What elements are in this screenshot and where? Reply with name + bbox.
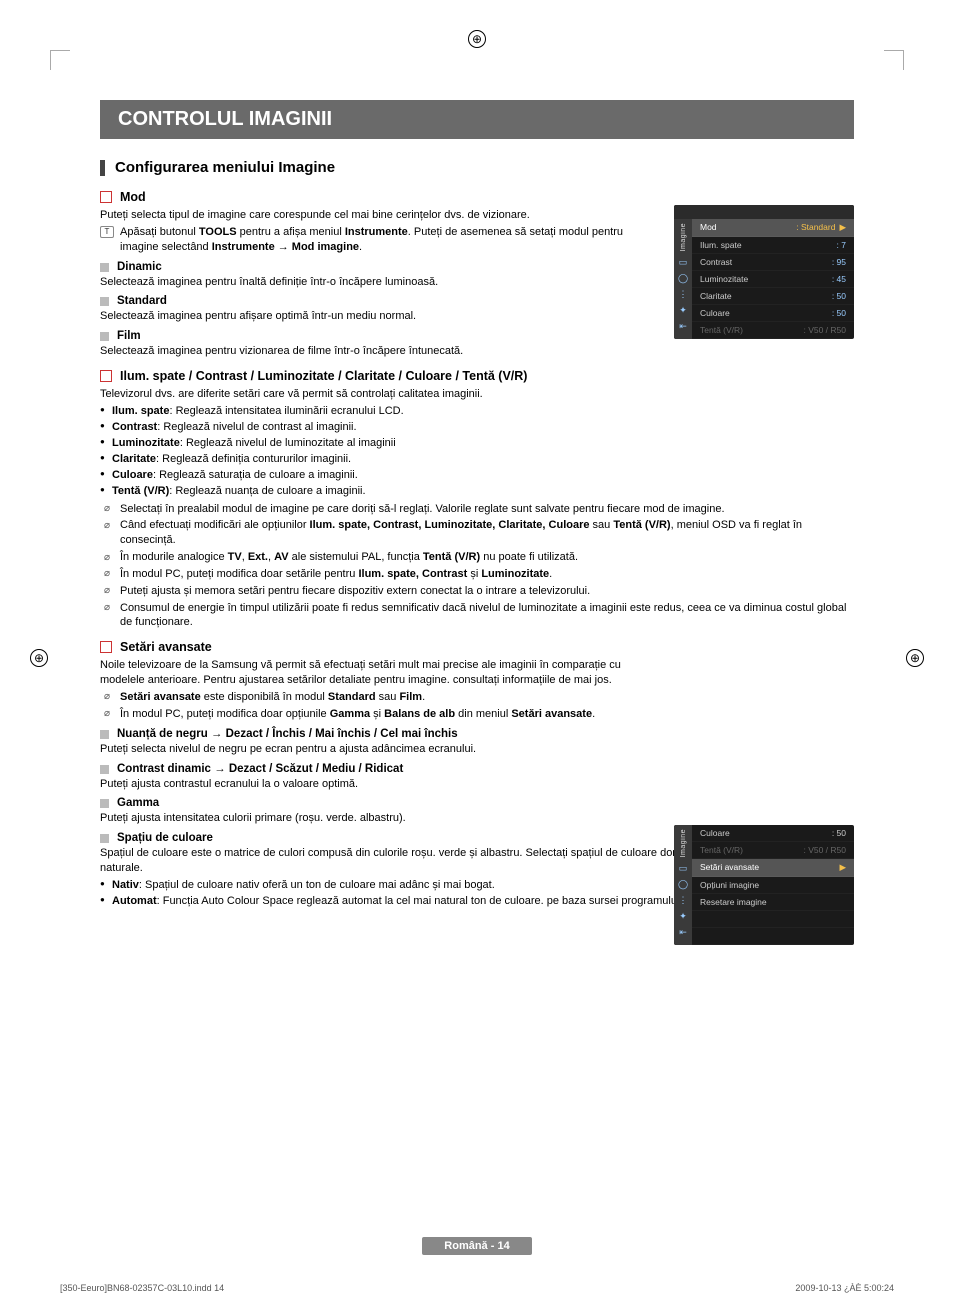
osd-sound-icon: ◯	[678, 879, 688, 889]
osd-row-culoare[interactable]: Culoare: 50	[692, 305, 854, 322]
note-icon	[100, 568, 114, 580]
checkbox-icon	[100, 191, 112, 203]
osd-row-tenta: Tentă (V/R): V50 / R50	[692, 322, 854, 339]
setari-intro: Noile televizoare de la Samsung vă permi…	[100, 658, 660, 688]
checkbox-icon	[100, 370, 112, 382]
tools-icon	[100, 226, 114, 238]
chapter-title: CONTROLUL IMAGINII	[100, 100, 854, 139]
osd-tab-label: Imagine	[680, 829, 687, 857]
ilum-note-4: În modul PC, puteți modifica doar setări…	[100, 567, 854, 582]
ilum-note-5: Puteți ajusta și memora setări pentru fi…	[100, 584, 854, 599]
osd-row-empty	[692, 928, 854, 945]
square-bullet-icon	[100, 730, 109, 739]
osd-picture-icon: ▭	[678, 863, 688, 873]
osd-row-optiuni[interactable]: Opțiuni imagine	[692, 877, 854, 894]
item-nuanta: Nuanță de negru → Dezact / Închis / Mai …	[100, 728, 854, 740]
osd-sound-icon: ◯	[678, 273, 688, 283]
item-mod: Mod	[100, 190, 660, 204]
osd-row-culoare[interactable]: Culoare: 50	[692, 825, 854, 842]
ilum-note-1: Selectați în prealabil modul de imagine …	[100, 502, 854, 517]
item-mod-label: Mod	[120, 190, 146, 204]
note-icon	[100, 691, 114, 703]
osd-setup-icon: ✦	[678, 911, 688, 921]
square-bullet-icon	[100, 263, 109, 272]
osd-tab-label: Imagine	[680, 223, 687, 251]
square-bullet-icon	[100, 297, 109, 306]
osd-input-icon: ⇤	[678, 927, 688, 937]
note-icon	[100, 708, 114, 720]
print-metadata: [350-Eeuro]BN68-02357C-03L10.indd 14 200…	[60, 1283, 894, 1293]
osd-channel-icon: ⋮	[678, 895, 688, 905]
setari-note-1: Setări avansate este disponibilă în modu…	[100, 690, 660, 705]
checkbox-icon	[100, 641, 112, 653]
item-film: Film	[100, 330, 660, 342]
contrastd-desc: Puteți ajusta contrastul ecranului la o …	[100, 777, 854, 792]
mod-tools-note: Apăsați butonul TOOLS pentru a afișa men…	[100, 225, 660, 255]
osd-picture-icon: ▭	[678, 257, 688, 267]
osd-channel-icon: ⋮	[678, 289, 688, 299]
mod-desc: Puteți selecta tipul de imagine care cor…	[100, 208, 660, 223]
ilum-bullets: Ilum. spate: Reglează intensitatea ilumi…	[100, 404, 854, 500]
film-desc: Selectează imaginea pentru vizionarea de…	[100, 344, 660, 359]
item-setari: Setări avansate	[100, 640, 660, 654]
osd-row-luminozitate[interactable]: Luminozitate: 45	[692, 271, 854, 288]
print-file: [350-Eeuro]BN68-02357C-03L10.indd 14	[60, 1283, 224, 1293]
ilum-note-3: În modurile analogice TV, Ext., AV ale s…	[100, 550, 854, 565]
square-bullet-icon	[100, 332, 109, 341]
osd-row-ilum[interactable]: Ilum. spate: 7	[692, 237, 854, 254]
osd-row-resetare[interactable]: Resetare imagine	[692, 894, 854, 911]
osd-arrow-right-icon: ▶	[839, 222, 846, 232]
osd-row-mod[interactable]: Mod: Standard▶	[692, 219, 854, 237]
setari-note-2: În modul PC, puteți modifica doar opțiun…	[100, 707, 660, 722]
page-footer: Română - 14	[0, 1237, 954, 1255]
page-number: Română - 14	[422, 1237, 531, 1255]
ilum-note-2: Când efectuați modificări ale opțiunilor…	[100, 518, 854, 548]
nuanta-desc: Puteți selecta nivelul de negru pe ecran…	[100, 742, 854, 757]
osd-row-empty	[692, 911, 854, 928]
note-icon	[100, 551, 114, 563]
note-icon	[100, 585, 114, 597]
osd-arrow-right-icon: ▶	[839, 862, 846, 873]
gamma-desc: Puteți ajusta intensitatea culorii prima…	[100, 811, 854, 826]
section-header-config: Configurarea meniului Imagine	[100, 159, 854, 176]
standard-desc: Selectează imaginea pentru afișare optim…	[100, 309, 660, 324]
osd-row-claritate[interactable]: Claritate: 50	[692, 288, 854, 305]
square-bullet-icon	[100, 799, 109, 808]
ilum-intro: Televizorul dvs. are diferite setări car…	[100, 387, 854, 402]
osd-row-setari-avansate[interactable]: Setări avansate▶	[692, 859, 854, 877]
ilum-note-6: Consumul de energie în timpul utilizării…	[100, 601, 854, 631]
note-icon	[100, 503, 114, 515]
osd-row-tenta: Tentă (V/R): V50 / R50	[692, 842, 854, 859]
osd-input-icon: ⇤	[678, 321, 688, 331]
osd-setup-icon: ✦	[678, 305, 688, 315]
square-bullet-icon	[100, 834, 109, 843]
print-timestamp: 2009-10-13 ¿ÀÈ 5:00:24	[795, 1283, 894, 1293]
item-ilum: Ilum. spate / Contrast / Luminozitate / …	[100, 369, 854, 383]
note-icon	[100, 602, 114, 614]
item-contrast-dinamic: Contrast dinamic → Dezact / Scăzut / Med…	[100, 763, 854, 775]
section-title: Configurarea meniului Imagine	[115, 159, 335, 176]
osd-menu-setari: Imagine ▭ ◯ ⋮ ✦ ⇤ Culoare: 50 Tentă (V/R…	[674, 825, 854, 945]
dinamic-desc: Selectează imaginea pentru înaltă defini…	[100, 275, 660, 290]
square-bullet-icon	[100, 765, 109, 774]
note-icon	[100, 519, 114, 531]
osd-menu-imagine: Imagine ▭ ◯ ⋮ ✦ ⇤ Mod: Standard▶ Ilum. s…	[674, 205, 854, 339]
item-dinamic: Dinamic	[100, 261, 660, 273]
item-gamma: Gamma	[100, 797, 854, 809]
osd-row-contrast[interactable]: Contrast: 95	[692, 254, 854, 271]
item-standard: Standard	[100, 295, 660, 307]
